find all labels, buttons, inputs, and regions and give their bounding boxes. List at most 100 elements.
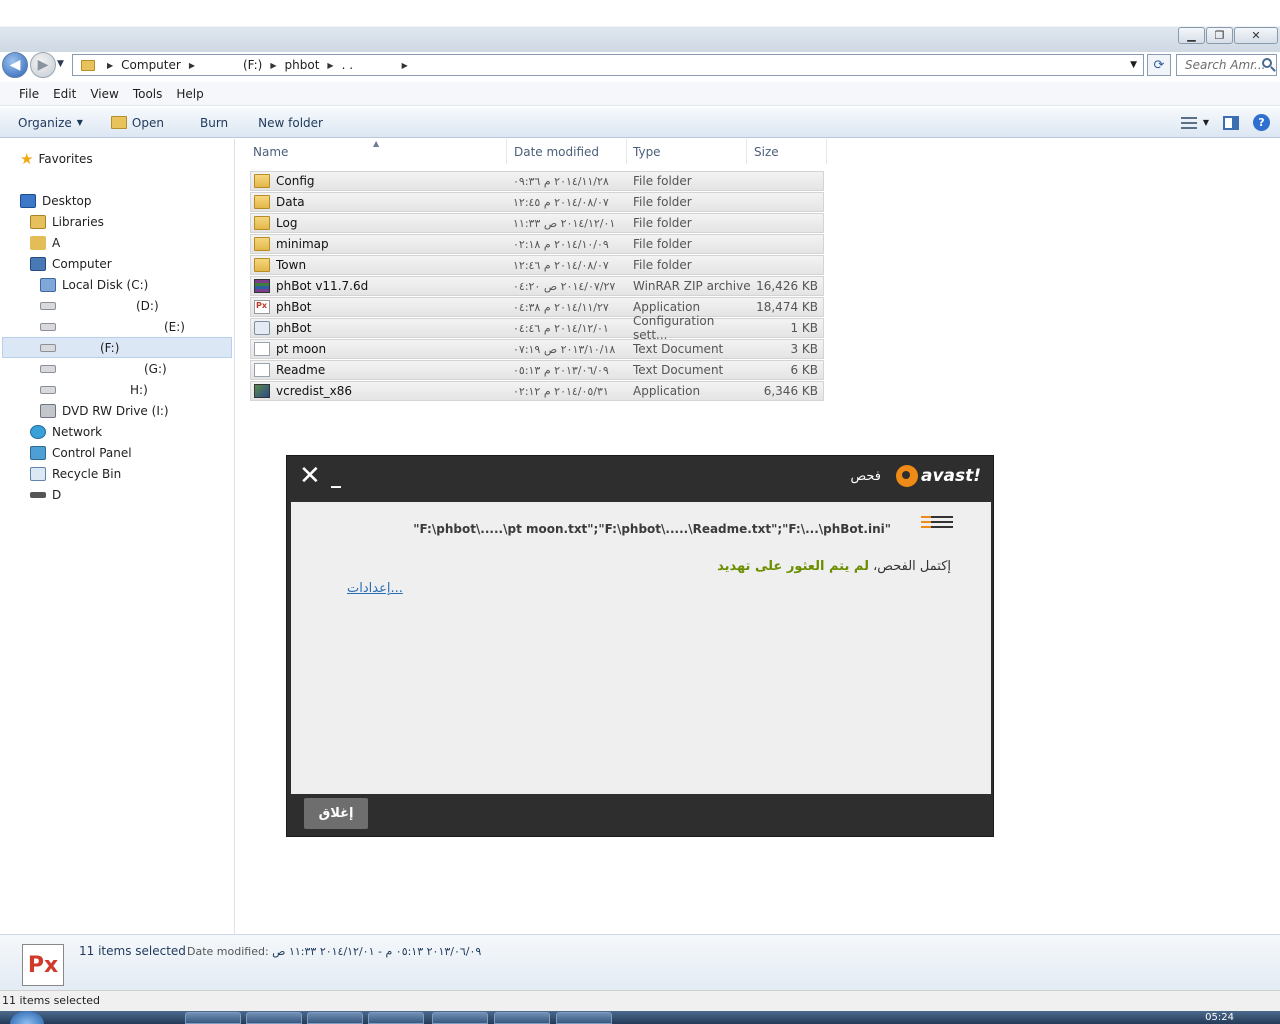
file-row[interactable]: phBot ٢٠١٤/١٢/٠١ م ٠٤:٤٦ Configuration set… (250, 314, 824, 342)
file-name-cell[interactable]: phBot (251, 321, 507, 335)
taskbar-app[interactable] (432, 1012, 488, 1024)
file-name-cell[interactable]: vcredist_x86 (251, 384, 507, 398)
sidebar-item-user[interactable]: A (30, 232, 60, 253)
breadcrumb-drive-f[interactable]: (F:) (239, 58, 266, 72)
minimize-icon[interactable]: _ (331, 464, 341, 488)
command-bar: Organize ▼ Open Burn New folder ▼ ? (0, 108, 1280, 138)
dialog-close-button[interactable]: إغلاق (304, 798, 368, 829)
file-name-cell[interactable]: Config (251, 174, 507, 188)
forward-button[interactable]: ▶ (30, 52, 56, 78)
column-header-date[interactable]: Date modified (507, 139, 627, 164)
file-size: 16,426 KB (756, 279, 818, 293)
file-row[interactable]: Config ٢٠١٤/١١/٢٨ م ٠٩:٣٦ File folder (250, 171, 824, 191)
settings-link[interactable]: إعدادات... (347, 581, 403, 596)
taskbar-app[interactable] (368, 1012, 424, 1024)
sidebar-item-drive-d[interactable]: (D:) (40, 295, 159, 316)
menu-file[interactable]: File (12, 87, 46, 101)
taskbar-app[interactable] (246, 1012, 302, 1024)
file-row[interactable]: Log ٢٠١٤/١٢/٠١ ص ١١:٣٣ File folder (250, 213, 824, 233)
breadcrumb-computer[interactable]: Computer (117, 58, 185, 72)
sidebar-item-recycle-bin[interactable]: Recycle Bin (30, 463, 121, 484)
breadcrumb-separator[interactable]: ▶ (185, 61, 199, 70)
sidebar-item-desktop[interactable]: Desktop (20, 190, 92, 211)
view-options-chevron-icon[interactable]: ▼ (1203, 118, 1209, 127)
close-button[interactable]: ✕ (1234, 27, 1278, 44)
file-name-cell[interactable]: phBot v11.7.6d (251, 279, 507, 293)
file-name: Config (276, 174, 315, 188)
help-icon[interactable]: ? (1253, 114, 1270, 131)
file-size: 18,474 KB (756, 300, 818, 314)
file-type: File folder (633, 216, 692, 230)
column-header-name[interactable]: Name (236, 139, 507, 164)
file-type: Configuration sett... (633, 314, 715, 342)
file-row[interactable]: phBot v11.7.6d ٢٠١٤/٠٧/٢٧ ص ٠٤:٢٠ WinRAR Z… (250, 276, 824, 296)
file-row[interactable]: pt moon ٢٠١٣/١٠/١٨ ص ٠٧:١٩ Text Document 3 … (250, 339, 824, 359)
taskbar-app[interactable] (556, 1012, 612, 1024)
file-name-cell[interactable]: Data (251, 195, 507, 209)
file-name-cell[interactable]: Readme (251, 363, 507, 377)
computer-icon (30, 256, 46, 271)
navigation-bar: ◀ ▶ ▼ ▶ Computer ▶ (F:) ▶ phbot ▶ . . ▶ … (0, 52, 1280, 78)
new-folder-button[interactable]: New folder (250, 116, 331, 130)
breadcrumb-separator[interactable]: ▶ (323, 61, 337, 70)
view-options-icon[interactable] (1180, 116, 1197, 129)
file-name-cell[interactable]: phBot (251, 300, 507, 314)
file-row[interactable]: minimap ٢٠١٤/١٠/٠٩ م ٠٢:١٨ File folder (250, 234, 824, 254)
refresh-button[interactable]: ⟳ (1147, 54, 1171, 76)
burn-button[interactable]: Burn (192, 116, 236, 130)
menu-tools[interactable]: Tools (126, 87, 170, 101)
sidebar-item-other[interactable]: D (30, 484, 61, 505)
sidebar-item-libraries[interactable]: Libraries (30, 211, 104, 232)
organize-label: Organize (18, 115, 72, 130)
breadcrumb-separator[interactable]: ▶ (103, 61, 117, 70)
sidebar-item-label: A (52, 235, 61, 250)
sidebar-item-drive-g[interactable]: (G:) (40, 358, 167, 379)
open-button[interactable]: Open (103, 116, 172, 130)
file-row[interactable]: vcredist_x86 ٢٠١٤/٠٥/٣١ م ٠٢:١٢ Applicatio… (250, 381, 824, 401)
maximize-button[interactable]: ❐ (1206, 27, 1233, 44)
sidebar-item-network[interactable]: Network (30, 421, 102, 442)
open-folder-icon (110, 116, 127, 129)
file-row[interactable]: Town ٢٠١٤/٠٨/٠٧ م ١٢:٤٦ File folder (250, 255, 824, 275)
organize-button[interactable]: Organize ▼ (10, 116, 91, 130)
menu-edit[interactable]: Edit (46, 87, 83, 101)
breadcrumb-separator[interactable]: ▶ (398, 61, 412, 70)
breadcrumb-phbot[interactable]: phbot (281, 58, 324, 72)
address-dropdown-icon[interactable]: ▼ (1130, 60, 1137, 70)
sidebar-item-drive-e[interactable]: (E:) (40, 316, 185, 337)
close-icon[interactable]: ✕ (299, 463, 321, 489)
sidebar-item-drive-h[interactable]: H:) (40, 379, 148, 400)
breadcrumb-subfolder[interactable]: . . (338, 58, 398, 72)
sidebar-item-drive-i[interactable]: DVD RW Drive (I:) (40, 400, 169, 421)
file-name-cell[interactable]: minimap (251, 237, 507, 251)
minimize-button[interactable]: ▁ (1178, 27, 1205, 44)
taskbar-app[interactable] (185, 1012, 241, 1024)
file-name-cell[interactable]: Log (251, 216, 507, 230)
menu-view[interactable]: View (83, 87, 125, 101)
sidebar-item-drive-f[interactable]: (F:) (2, 337, 232, 358)
search-icon[interactable] (1262, 58, 1272, 68)
sidebar-item-drive-c[interactable]: Local Disk (C:) (40, 274, 148, 295)
breadcrumb-separator[interactable]: ▶ (266, 61, 280, 70)
file-size: 1 KB (790, 321, 818, 335)
file-name-cell[interactable]: pt moon (251, 342, 507, 356)
start-button[interactable] (10, 1011, 44, 1024)
taskbar-app[interactable] (494, 1012, 550, 1024)
sidebar-item-control-panel[interactable]: Control Panel (30, 442, 132, 463)
file-name-cell[interactable]: Town (251, 258, 507, 272)
column-header-size[interactable]: Size (747, 139, 827, 164)
network-icon (30, 424, 46, 439)
search-input[interactable]: Search Amr... (1176, 54, 1277, 76)
taskbar-app[interactable] (307, 1012, 363, 1024)
sidebar-item-computer[interactable]: Computer (30, 253, 112, 274)
recent-pages-dropdown[interactable]: ▼ (57, 59, 64, 69)
file-row[interactable]: Readme ٢٠١٣/٠٦/٠٩ م ٠٥:١٣ Text Document 6 K… (250, 360, 824, 380)
drive-icon (30, 491, 46, 498)
preview-pane-icon[interactable] (1223, 115, 1239, 130)
column-header-type[interactable]: Type (627, 139, 747, 164)
address-bar[interactable]: ▶ Computer ▶ (F:) ▶ phbot ▶ . . ▶ ▼ (72, 54, 1144, 76)
back-button[interactable]: ◀ (2, 52, 28, 78)
file-row[interactable]: Data ٢٠١٤/٠٨/٠٧ م ١٢:٤٥ File folder (250, 192, 824, 212)
sidebar-item-favorites[interactable]: ★ Favorites (20, 148, 93, 169)
menu-help[interactable]: Help (169, 87, 210, 101)
